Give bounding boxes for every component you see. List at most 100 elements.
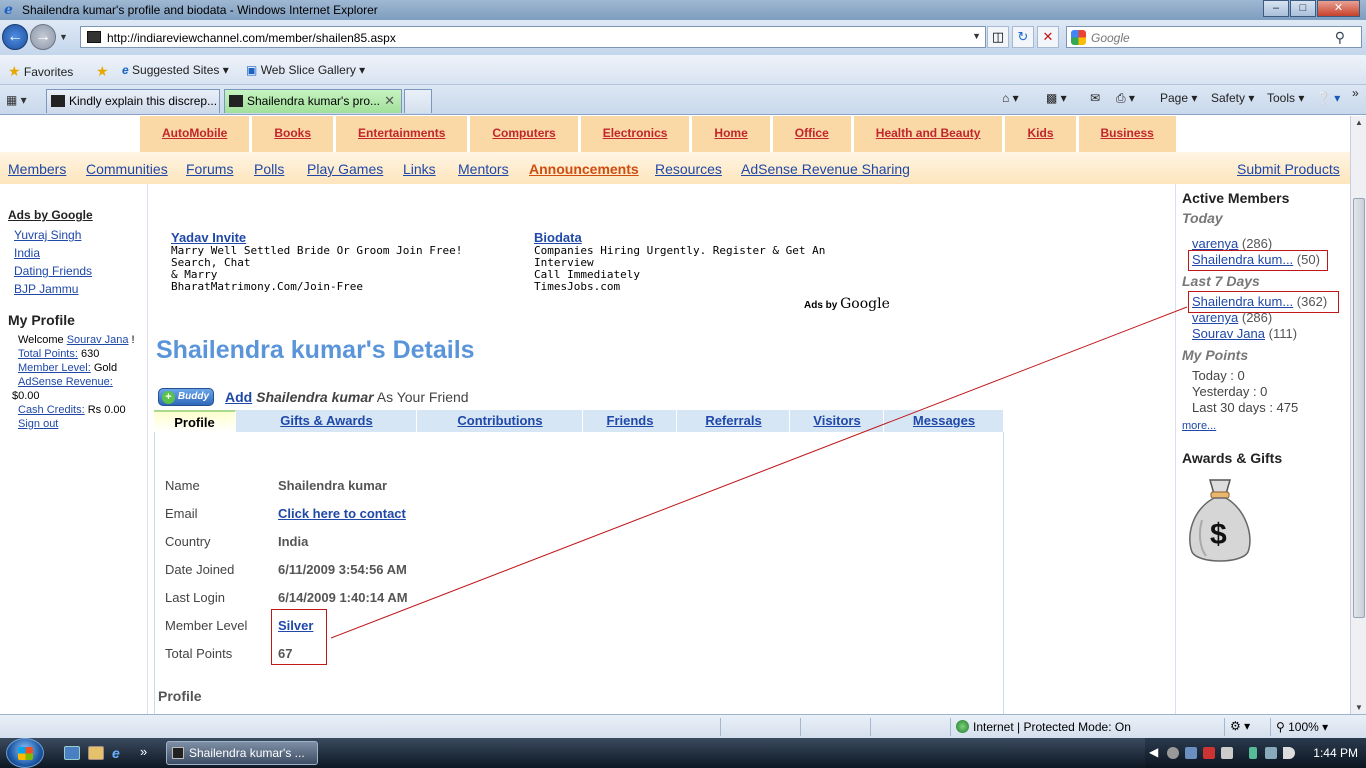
- category-computers[interactable]: Computers: [470, 116, 581, 152]
- ad-title[interactable]: Yadav Invite: [171, 231, 511, 244]
- google-ad-2[interactable]: Biodata Companies Hiring Urgently. Regis…: [534, 231, 874, 293]
- more-link[interactable]: more...: [1182, 420, 1216, 432]
- tools-menu[interactable]: Tools ▾: [1267, 91, 1304, 105]
- tab-profile[interactable]: Profile: [154, 410, 236, 432]
- category-kids[interactable]: Kids: [1005, 116, 1079, 152]
- page-menu[interactable]: Page ▾: [1160, 91, 1197, 105]
- tray-icon[interactable]: [1167, 747, 1179, 759]
- suggested-sites-button[interactable]: e Suggested Sites ▾: [122, 63, 229, 77]
- battery-icon[interactable]: [1249, 747, 1257, 759]
- nav-communities[interactable]: Communities: [86, 161, 168, 177]
- start-button[interactable]: [6, 738, 44, 768]
- help-icon[interactable]: ❔ ▾: [1316, 91, 1340, 105]
- adsense-revenue-link[interactable]: AdSense Revenue:: [18, 376, 113, 388]
- nav-play-games[interactable]: Play Games: [307, 161, 383, 177]
- tab-shailendra-profile[interactable]: Shailendra kumar's pro... ✕: [224, 89, 402, 113]
- ad-link-india[interactable]: India: [14, 246, 40, 260]
- category-automobile[interactable]: AutoMobile: [140, 116, 253, 152]
- google-ad-1[interactable]: Yadav Invite Marry Well Settled Bride Or…: [171, 231, 511, 293]
- address-bar[interactable]: http://indiareviewchannel.com/member/sha…: [80, 26, 986, 48]
- tray-icon[interactable]: [1221, 747, 1233, 759]
- close-window-button[interactable]: ✕: [1317, 0, 1360, 17]
- taskbar-ie-window[interactable]: Shailendra kumar's ...: [166, 741, 318, 765]
- submit-products-link[interactable]: Submit Products: [1237, 161, 1340, 177]
- compatibility-view-icon[interactable]: ◫: [987, 26, 1009, 48]
- minimize-button[interactable]: –: [1263, 0, 1289, 17]
- nav-announcements[interactable]: Announcements: [529, 161, 639, 177]
- category-home[interactable]: Home: [692, 116, 773, 152]
- add-buddy-button[interactable]: + Buddy: [158, 388, 214, 406]
- search-icon[interactable]: ⚲: [1335, 29, 1345, 46]
- print-icon[interactable]: ⎙ ▾: [1116, 91, 1135, 106]
- member-link[interactable]: Sourav Jana: [1192, 326, 1265, 341]
- security-zone[interactable]: Internet | Protected Mode: On: [956, 720, 1131, 734]
- tab-kindly-explain[interactable]: Kindly explain this discrep...: [46, 89, 220, 113]
- category-business[interactable]: Business: [1078, 116, 1179, 152]
- tab-messages[interactable]: Messages: [885, 410, 1004, 432]
- category-health-beauty[interactable]: Health and Beauty: [853, 116, 1006, 152]
- ads-by-google-badge[interactable]: Ads by Google: [804, 296, 890, 312]
- category-entertainments[interactable]: Entertainments: [336, 116, 471, 152]
- back-button[interactable]: ←: [2, 24, 28, 50]
- member-link[interactable]: varenya: [1192, 310, 1238, 325]
- nav-links[interactable]: Links: [403, 161, 436, 177]
- stop-icon[interactable]: ✕: [1037, 26, 1059, 48]
- safety-menu[interactable]: Safety ▾: [1211, 91, 1254, 105]
- clock[interactable]: 1:44 PM: [1313, 746, 1358, 760]
- maximize-button[interactable]: □: [1290, 0, 1316, 17]
- protected-mode-icon[interactable]: ⚙ ▾: [1230, 719, 1250, 733]
- sign-out-link[interactable]: Sign out: [18, 418, 58, 430]
- category-electronics[interactable]: Electronics: [580, 116, 693, 152]
- show-desktop-icon[interactable]: [64, 746, 80, 760]
- total-points-link[interactable]: Total Points:: [18, 348, 78, 360]
- tray-icon[interactable]: [1203, 747, 1215, 759]
- category-office[interactable]: Office: [772, 116, 854, 152]
- chevron-more-icon[interactable]: »: [1352, 86, 1359, 100]
- tab-referrals[interactable]: Referrals: [678, 410, 790, 432]
- new-tab-button[interactable]: [404, 89, 432, 113]
- cash-credits-link[interactable]: Cash Credits:: [18, 404, 85, 416]
- window-titlebar[interactable]: e Shailendra kumar's profile and biodata…: [0, 0, 1366, 20]
- network-icon[interactable]: [1265, 747, 1277, 759]
- ad-title[interactable]: Biodata: [534, 231, 874, 244]
- ads-by-google-heading[interactable]: Ads by Google: [8, 208, 93, 222]
- nav-adsense-revenue-sharing[interactable]: AdSense Revenue Sharing: [741, 161, 910, 177]
- tab-gifts-awards[interactable]: Gifts & Awards: [237, 410, 417, 432]
- tray-icon[interactable]: [1185, 747, 1197, 759]
- quicklaunch-more-icon[interactable]: »: [140, 744, 147, 759]
- feeds-icon[interactable]: ▩ ▾: [1046, 91, 1067, 105]
- contact-link[interactable]: Click here to contact: [278, 506, 406, 521]
- tray-expand-icon[interactable]: ◀: [1149, 745, 1158, 759]
- nav-forums[interactable]: Forums: [186, 161, 233, 177]
- forward-button[interactable]: →: [30, 24, 56, 50]
- address-dropdown-icon[interactable]: ▼: [972, 31, 981, 41]
- refresh-icon[interactable]: ↻: [1012, 26, 1034, 48]
- favorites-button[interactable]: ★ Favorites: [8, 63, 73, 80]
- user-link[interactable]: Sourav Jana: [67, 334, 129, 346]
- explorer-icon[interactable]: [88, 746, 104, 760]
- zoom-control[interactable]: ⚲ 100% ▾: [1276, 720, 1328, 734]
- search-box[interactable]: Google ⚲: [1066, 26, 1362, 48]
- tab-friends[interactable]: Friends: [584, 410, 677, 432]
- category-books[interactable]: Books: [252, 116, 337, 152]
- web-slice-gallery-button[interactable]: ▣ Web Slice Gallery ▾: [246, 63, 365, 77]
- volume-icon[interactable]: [1283, 747, 1295, 759]
- tab-close-icon[interactable]: ✕: [384, 90, 395, 112]
- scroll-thumb[interactable]: [1353, 198, 1365, 618]
- nav-resources[interactable]: Resources: [655, 161, 722, 177]
- member-level-link[interactable]: Member Level:: [18, 362, 91, 374]
- read-mail-icon[interactable]: ✉: [1090, 91, 1100, 105]
- home-icon[interactable]: ⌂ ▾: [1002, 91, 1019, 105]
- ad-link-bjp-jammu[interactable]: BJP Jammu: [14, 282, 78, 296]
- add-friend-link[interactable]: Add: [225, 389, 252, 405]
- ad-link-dating-friends[interactable]: Dating Friends: [14, 264, 92, 278]
- nav-mentors[interactable]: Mentors: [458, 161, 509, 177]
- recent-pages-dropdown-icon[interactable]: ▼: [59, 32, 68, 42]
- nav-members[interactable]: Members: [8, 161, 66, 177]
- add-favorite-icon[interactable]: ★: [96, 63, 109, 80]
- tab-visitors[interactable]: Visitors: [791, 410, 884, 432]
- scroll-up-icon[interactable]: ▲: [1351, 118, 1366, 127]
- ie-quicklaunch-icon[interactable]: e: [112, 746, 128, 760]
- scroll-down-icon[interactable]: ▼: [1351, 703, 1366, 712]
- quick-tabs-icon[interactable]: ▦ ▾: [6, 93, 44, 111]
